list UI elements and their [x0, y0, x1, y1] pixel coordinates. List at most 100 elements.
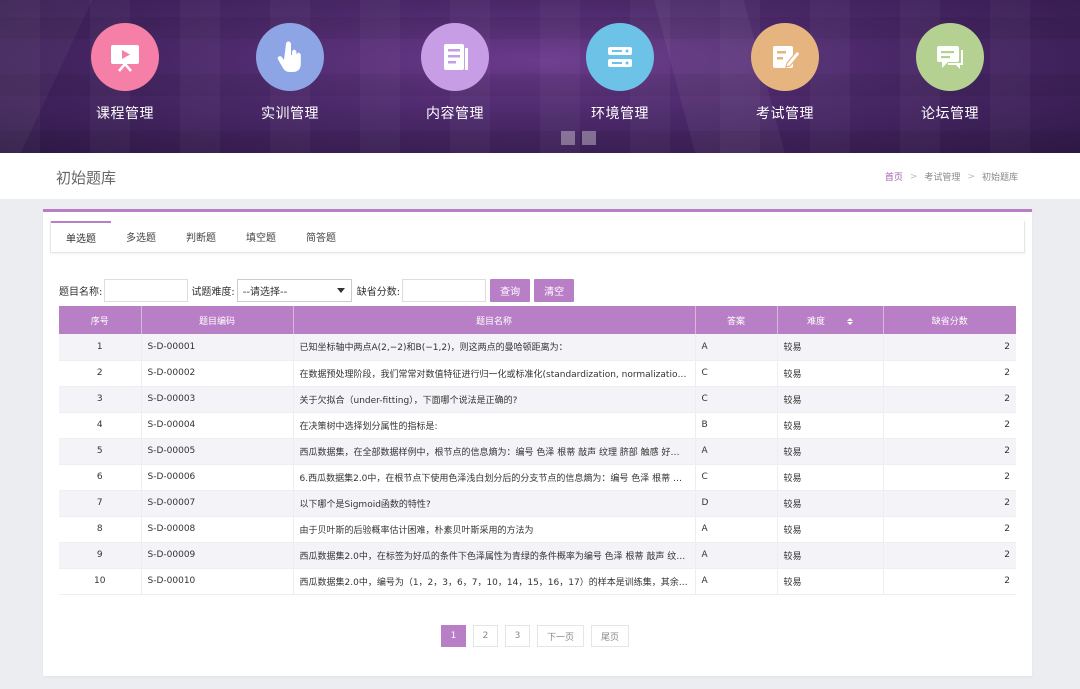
difficulty-select[interactable]: --请选择--	[236, 278, 352, 302]
cell-score: 2	[883, 334, 1016, 361]
nav-training-management[interactable]: 实训管理	[230, 23, 350, 123]
cell-score: 2	[883, 490, 1016, 517]
cell-index: 6	[59, 464, 142, 491]
breadcrumb-exam-link[interactable]: 考试管理	[924, 170, 960, 183]
cell-score: 2	[883, 542, 1016, 569]
cell-title: 已知坐标轴中两点A(2,−2)和B(−1,2)，则这两点的曼哈顿距离为：	[293, 334, 696, 361]
nav-label: 论坛管理	[921, 106, 979, 122]
page-header: 初始题库 首页 > 考试管理 > 初始题库	[0, 153, 1080, 199]
cell-index: 7	[59, 490, 142, 517]
table-row[interactable]: 8 S-D-00008 由于贝叶斯的后验概率估计困难，朴素贝叶斯采用的方法为 A 较易 2	[59, 516, 1016, 543]
nav-label: 环境管理	[591, 106, 649, 122]
page-button-1[interactable]: 1	[441, 625, 466, 647]
cell-code: S-D-00008	[141, 516, 294, 543]
tab-true-false[interactable]: 判断题	[171, 221, 231, 252]
question-name-input[interactable]	[104, 278, 189, 302]
column-header-difficulty-label: 难度	[806, 316, 825, 327]
breadcrumb-separator: >	[909, 171, 918, 182]
nav-label: 考试管理	[756, 106, 814, 122]
table-row[interactable]: 1 S-D-00001 已知坐标轴中两点A(2,−2)和B(−1,2)，则这两点的曼…	[59, 334, 1016, 361]
cell-difficulty: 较易	[777, 386, 884, 413]
cell-title: 西瓜数据集2.0中，编号为（1，2，3，6，7，10，14，15，16，17）的…	[293, 568, 696, 595]
pagination: 1 2 3 下一页 尾页	[441, 625, 630, 647]
nav-label: 内容管理	[426, 106, 484, 122]
table-row[interactable]: 6 S-D-00006 6.西瓜数据集2.0中，在根节点下使用色泽浅白划分后的分支节…	[59, 464, 1016, 491]
column-header-difficulty[interactable]: 难度	[777, 306, 884, 334]
difficulty-select-value: --请选择--	[242, 286, 288, 298]
carousel-indicator	[561, 131, 596, 145]
cell-answer: A	[695, 516, 778, 543]
cell-index: 3	[59, 386, 142, 413]
cell-difficulty: 较易	[777, 334, 884, 361]
next-page-button[interactable]: 下一页	[537, 625, 585, 647]
question-type-tabs: 单选题 多选题 判断题 填空题 简答题	[50, 221, 1025, 253]
question-table: 序号 题目编码 题目名称 答案 难度 缺省分数 1 S-D-00001 已知坐标轴中…	[59, 306, 1016, 595]
table-header-row: 序号 题目编码 题目名称 答案 难度 缺省分数	[59, 306, 1016, 334]
cell-answer: A	[695, 568, 778, 595]
query-button[interactable]: 查询	[490, 278, 531, 302]
difficulty-label: 试题难度:	[191, 286, 235, 298]
nav-forum-management[interactable]: 论坛管理	[890, 23, 1010, 123]
table-row[interactable]: 3 S-D-00003 关于欠拟合（under-fitting），下面哪个说法是正确…	[59, 386, 1016, 413]
nav-exam-management[interactable]: 考试管理	[725, 23, 845, 123]
question-name-label: 题目名称:	[59, 286, 103, 298]
cell-code: S-D-00005	[141, 438, 294, 465]
hand-pointer-icon	[256, 23, 324, 91]
clear-button[interactable]: 清空	[534, 278, 575, 302]
cell-answer: C	[695, 386, 778, 413]
table-body: 1 S-D-00001 已知坐标轴中两点A(2,−2)和B(−1,2)，则这两点的曼…	[59, 334, 1016, 595]
nav-environment-management[interactable]: 环境管理	[560, 23, 680, 123]
cell-difficulty: 较易	[777, 412, 884, 439]
column-header-answer: 答案	[695, 306, 778, 334]
caret-down-icon	[336, 287, 345, 293]
cell-score: 2	[883, 386, 1016, 413]
carousel-dot[interactable]	[582, 131, 596, 145]
cell-difficulty: 较易	[777, 464, 884, 491]
table-row[interactable]: 7 S-D-00007 以下哪个是Sigmoid函数的特性? D 较易 2	[59, 490, 1016, 517]
tab-fill-blank[interactable]: 填空题	[231, 221, 291, 252]
default-score-input[interactable]	[402, 278, 487, 302]
table-row[interactable]: 9 S-D-00009 西瓜数据集2.0中，在标签为好瓜的条件下色泽属性为青绿的条件…	[59, 542, 1016, 569]
cell-difficulty: 较易	[777, 490, 884, 517]
page-button-2[interactable]: 2	[473, 625, 498, 647]
column-header-index: 序号	[59, 306, 142, 334]
nav-course-management[interactable]: 课程管理	[65, 23, 185, 123]
cell-index: 10	[59, 568, 142, 595]
cell-difficulty: 较易	[777, 360, 884, 387]
cell-score: 2	[883, 516, 1016, 543]
question-bank-panel: 单选题 多选题 判断题 填空题 简答题 题目名称: 试题难度: --请选择-- …	[43, 209, 1032, 676]
nav-label: 实训管理	[261, 106, 319, 122]
table-row[interactable]: 2 S-D-00002 在数据预处理阶段，我们常常对数值特征进行归一化或标准化(st…	[59, 360, 1016, 387]
cell-answer: A	[695, 542, 778, 569]
column-header-title: 题目名称	[293, 306, 696, 334]
cell-index: 8	[59, 516, 142, 543]
cell-answer: C	[695, 360, 778, 387]
breadcrumb-current: 初始题库	[981, 173, 1018, 183]
page-title: 初始题库	[56, 169, 117, 187]
tab-multiple-choice[interactable]: 多选题	[111, 221, 171, 252]
carousel-dot[interactable]	[561, 131, 575, 145]
cell-code: S-D-00001	[141, 334, 294, 361]
cell-score: 2	[883, 568, 1016, 595]
edit-document-icon	[751, 23, 819, 91]
column-header-score: 缺省分数	[883, 306, 1016, 334]
tab-short-answer[interactable]: 简答题	[291, 221, 351, 252]
cell-index: 4	[59, 412, 142, 439]
last-page-button[interactable]: 尾页	[591, 625, 630, 647]
cell-code: S-D-00007	[141, 490, 294, 517]
cell-difficulty: 较易	[777, 438, 884, 465]
column-header-code: 题目编码	[141, 306, 294, 334]
tab-single-choice[interactable]: 单选题	[51, 221, 111, 252]
nav-content-management[interactable]: 内容管理	[395, 23, 515, 123]
table-row[interactable]: 4 S-D-00004 在决策树中选择划分属性的指标是: B 较易 2	[59, 412, 1016, 439]
table-row[interactable]: 5 S-D-00005 西瓜数据集，在全部数据样例中，根节点的信息熵为：编号 色泽 …	[59, 438, 1016, 465]
top-banner: 课程管理 实训管理 内容管理 环境管理 考试管理 论坛管理	[0, 0, 1080, 153]
cell-title: 以下哪个是Sigmoid函数的特性?	[293, 490, 696, 517]
breadcrumb-home-link[interactable]: 首页	[885, 170, 903, 183]
cell-index: 9	[59, 542, 142, 569]
table-row[interactable]: 10 S-D-00010 西瓜数据集2.0中，编号为（1，2，3，6，7，10，14…	[59, 568, 1016, 595]
page-button-3[interactable]: 3	[505, 625, 530, 647]
cell-answer: A	[695, 438, 778, 465]
cell-answer: D	[695, 490, 778, 517]
sort-icon[interactable]	[847, 317, 853, 325]
